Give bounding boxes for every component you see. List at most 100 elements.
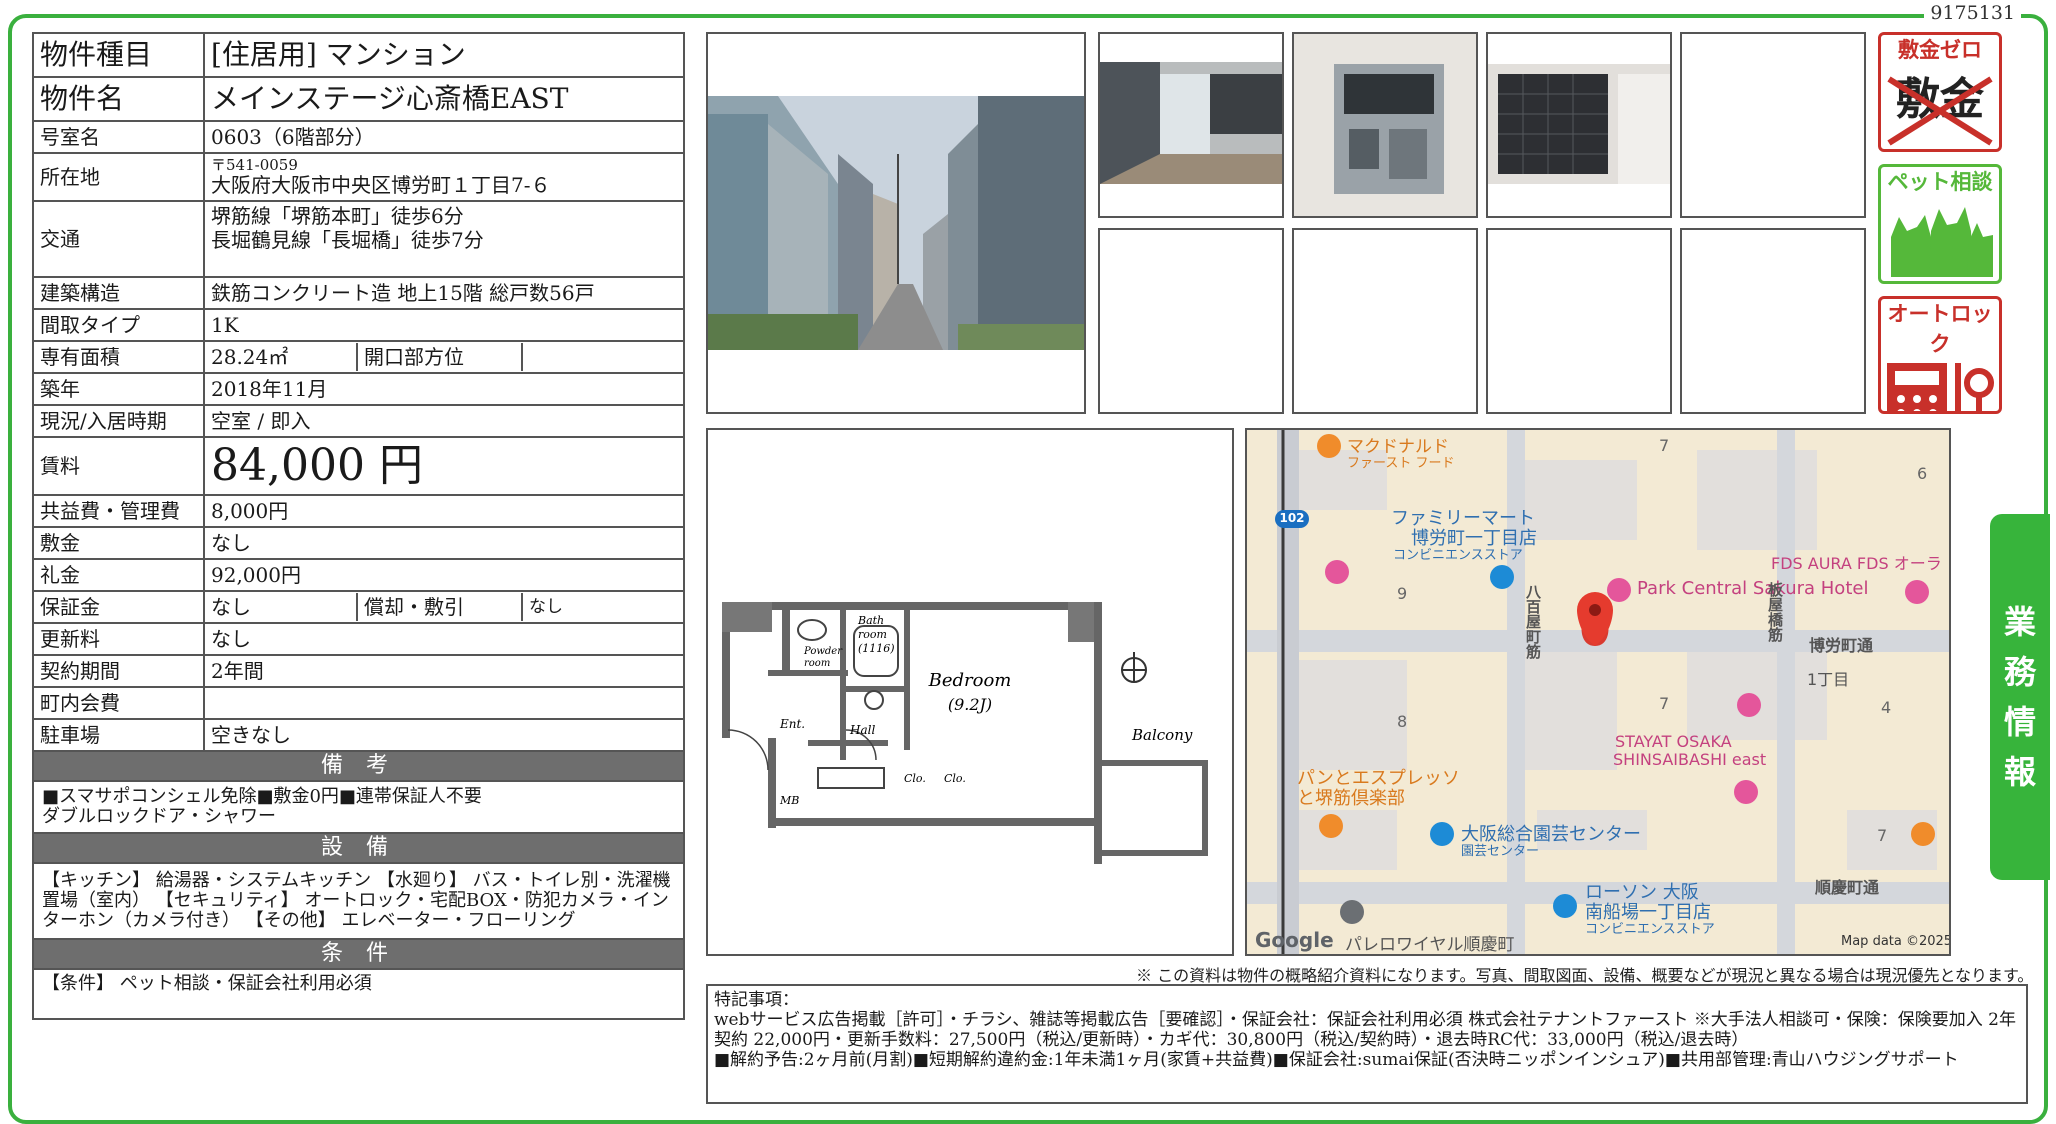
map-stayat-2: SHINSAIBASHI east	[1613, 750, 1767, 769]
pet-badge: ペット相談	[1878, 164, 2002, 284]
map-street-yaoya: 八百屋町筋	[1524, 584, 1542, 659]
town-fee-label: 町内会費	[32, 686, 205, 720]
structure-label: 建築構造	[32, 276, 205, 310]
fee-value: 8,000円	[203, 494, 685, 528]
special-notes-line-1: webサービス広告掲載［許可］・チラシ、雑誌等掲載広告［要確認］・保証会社：保証…	[714, 1010, 2016, 1050]
pet-silhouette-icon	[1891, 207, 1993, 277]
amort-value: なし	[529, 597, 563, 617]
key-money-label: 礼金	[32, 558, 205, 592]
side-tab-char-2: 務	[2003, 653, 2036, 691]
town-fee-value	[203, 686, 685, 720]
map-block-4: 4	[1881, 698, 1892, 717]
strike-x-icon	[1887, 76, 1993, 146]
area-label: 専有面積	[32, 340, 205, 374]
autolock-keypad-icon	[1887, 363, 1994, 411]
renewal-value: なし	[203, 622, 685, 656]
map-block-7b: 7	[1659, 694, 1670, 713]
intercom-photo[interactable]	[1292, 32, 1478, 218]
deposit-value: なし	[203, 526, 685, 560]
map-block-8: 8	[1397, 712, 1408, 731]
fp-mb: MB	[779, 794, 799, 807]
type-value: [住居用] マンション	[203, 32, 685, 78]
map-block-7c: 7	[1877, 826, 1888, 845]
fp-powder-room: room	[804, 658, 830, 669]
autolock-badge: オートロック	[1878, 296, 2002, 414]
side-tab-char-1: 業	[2003, 603, 2036, 641]
main-exterior-photo[interactable]	[706, 32, 1086, 414]
autolock-text: オートロック	[1887, 302, 1993, 356]
zero-deposit-badge: 敷金ゼロ 敷金	[1878, 32, 2002, 152]
room-label: 号室名	[32, 120, 205, 154]
disclaimer-note: ※ この資料は物件の概略紹介資料になります。写真、間取図面、設備、概要などが現況…	[1136, 966, 2034, 985]
map-google-logo: Google	[1255, 928, 1334, 952]
photo-slot-empty-3[interactable]	[1292, 228, 1478, 414]
special-notes-box: 特記事項： webサービス広告掲載［許可］・チラシ、雑誌等掲載広告［要確認］・保…	[706, 984, 2028, 1104]
fp-bedroom-size: (9.2J)	[948, 695, 992, 714]
map-street-itaya: 板屋橋筋	[1766, 582, 1784, 642]
map-route-shield: 102	[1279, 511, 1305, 525]
photo-slot-empty-4[interactable]	[1486, 228, 1672, 414]
remarks-line-2: ダブルロックドア・シャワー	[42, 806, 276, 827]
fp-clo-2: Clo.	[944, 772, 966, 785]
direction-label: 開口部方位	[358, 343, 523, 371]
remarks-line-1: ■スマサポコンシェル免除■敷金0円■連帯保証人不要	[42, 786, 482, 807]
floor-plan[interactable]: Bedroom (9.2J) Bath room (1116) Powder r…	[706, 428, 1234, 956]
photo-slot-empty-1[interactable]	[1680, 32, 1866, 218]
fp-hall: Hall	[849, 723, 875, 737]
map-copyright: Map data ©2025	[1841, 934, 1951, 949]
document-id: 9175131	[1924, 2, 2021, 24]
address-value: 大阪府大阪市中央区博労町１丁目7-６	[211, 173, 551, 197]
direction-value	[523, 343, 682, 371]
postal-code: 〒541-0059	[211, 156, 298, 174]
type-label: 物件種目	[32, 32, 205, 78]
name-label: 物件名	[32, 76, 205, 122]
photo-slot-empty-5[interactable]	[1680, 228, 1866, 414]
transit-line-2: 長堀鶴見線「長堀橋」徒歩7分	[211, 228, 484, 252]
map-familymart-type: コンビニエンスストア	[1393, 548, 1523, 563]
fp-bath-size: (1116)	[858, 642, 895, 655]
entrance-photo[interactable]	[1098, 32, 1284, 218]
zero-deposit-text: 敷金ゼロ	[1898, 38, 1982, 62]
name-value: メインステージ心斎橋EAST	[203, 76, 685, 122]
special-notes-line-2: ■解約予告:2ヶ月前(月割)■短期解約違約金:1年未満1ヶ月(家賃+共益費)■保…	[714, 1050, 1959, 1070]
area-value: 28.24㎡	[206, 343, 358, 371]
map-street-junkei: 順慶町通	[1815, 878, 1880, 897]
conditions-body: 【条件】 ペット相談・保証会社利用必須	[32, 968, 685, 1020]
map-garden-2: 園芸センター	[1461, 844, 1540, 859]
map-lawson-3: コンビニエンスストア	[1585, 922, 1715, 937]
key-money-value: 92,000円	[203, 558, 685, 592]
amort-label: 償却・敷引	[358, 593, 523, 621]
built-label: 築年	[32, 372, 205, 406]
conditions-heading: 条 件	[32, 938, 685, 970]
address-label: 所在地	[32, 152, 205, 202]
status-label: 現況/入居時期	[32, 404, 205, 438]
business-info-tab[interactable]: 業 務 情 報	[1990, 514, 2050, 880]
structure-value: 鉄筋コンクリート造 地上15階 総戸数56戸	[203, 276, 685, 310]
map-block-6: 6	[1917, 464, 1928, 483]
map-hotel: Park Central Sakura Hotel	[1637, 578, 1869, 599]
transit-line-1: 堺筋線「堺筋本町」徒歩6分	[211, 204, 464, 228]
photo-slot-empty-2[interactable]	[1098, 228, 1284, 414]
fp-bedroom: Bedroom	[928, 670, 1012, 691]
special-notes-title: 特記事項：	[714, 990, 799, 1010]
guarantee-value: なし	[206, 593, 358, 621]
fp-clo-1: Clo.	[904, 772, 926, 785]
map-palais: パレロワイヤル順慶町	[1345, 935, 1515, 955]
fp-ent: Ent.	[779, 717, 805, 731]
fp-powder: Powder	[803, 646, 843, 657]
contract-value: 2年間	[203, 654, 685, 688]
fp-bath: Bath	[857, 614, 884, 627]
facilities-body: 【キッチン】 給湯器・システムキッチン 【水廻り】 バス・トイレ別・洗濯機置場（…	[32, 862, 685, 940]
map-block-9: 9	[1397, 584, 1408, 603]
parking-label: 駐車場	[32, 718, 205, 752]
layout-label: 間取タイプ	[32, 308, 205, 342]
transit-label: 交通	[32, 200, 205, 278]
status-value: 空室 / 即入	[203, 404, 685, 438]
remarks-heading: 備 考	[32, 750, 685, 782]
location-map[interactable]: 102 マクドナルド ファースト フード ファミリーマート 博労町一丁目店 コン…	[1245, 428, 1951, 956]
guarantee-label: 保証金	[32, 590, 205, 624]
side-tab-char-3: 情	[2003, 703, 2036, 741]
map-fds: FDS AURA FDS オーラ	[1771, 554, 1942, 573]
layout-value: 1K	[203, 308, 685, 342]
mailbox-photo[interactable]	[1486, 32, 1672, 218]
